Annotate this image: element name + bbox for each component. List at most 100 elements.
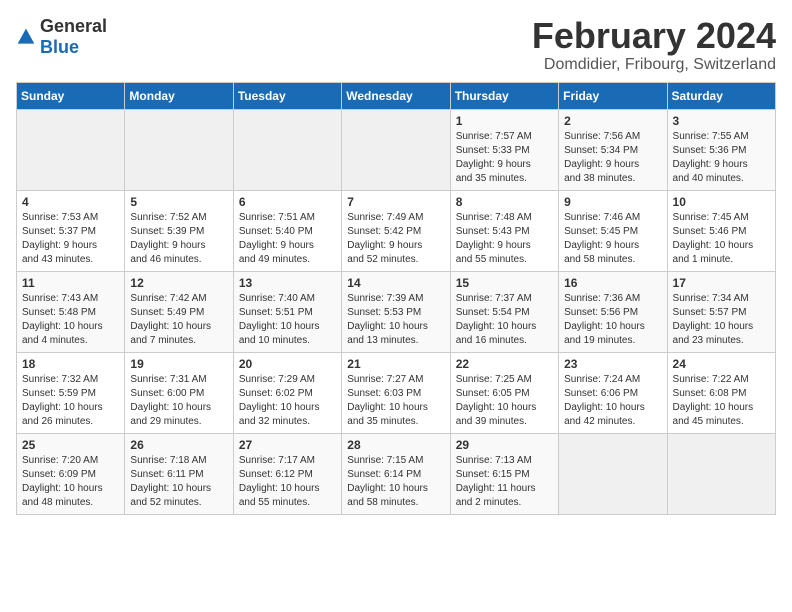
calendar-day-cell: 23Sunrise: 7:24 AM Sunset: 6:06 PM Dayli… <box>559 352 667 433</box>
calendar-day-cell: 7 Sunrise: 7:49 AM Sunset: 5:42 PM Daylig… <box>342 190 450 271</box>
calendar-day-cell: 8Sunrise: 7:48 AM Sunset: 5:43 PM Daylig… <box>450 190 558 271</box>
calendar-week-row: 25 Sunrise: 7:20 AM Sunset: 6:09 PM Dayli… <box>17 433 776 514</box>
day-detail: Sunrise: 7:53 AM Sunset: 5:37 PM Dayligh… <box>22 211 119 267</box>
day-number: 26 <box>130 438 227 452</box>
calendar-day-cell <box>233 109 341 190</box>
day-number: 27 <box>239 438 336 452</box>
weekday-header: Monday <box>125 82 233 109</box>
day-detail: Sunrise: 7:43 AM Sunset: 5:48 PM Dayligh… <box>22 292 119 348</box>
logo-blue: Blue <box>40 37 79 57</box>
calendar-day-cell: 27 Sunrise: 7:17 AM Sunset: 6:12 PM Dayli… <box>233 433 341 514</box>
weekday-header: Friday <box>559 82 667 109</box>
day-number: 12 <box>130 276 227 290</box>
calendar-week-row: 1 Sunrise: 7:57 AM Sunset: 5:33 PM Daylig… <box>17 109 776 190</box>
logo-icon <box>16 27 36 47</box>
page-header: General Blue February 2024 Domdidier, Fr… <box>16 16 776 74</box>
day-detail: Sunrise: 7:57 AM Sunset: 5:33 PM Dayligh… <box>456 130 553 186</box>
calendar-day-cell: 19 Sunrise: 7:31 AM Sunset: 6:00 PM Dayli… <box>125 352 233 433</box>
calendar-day-cell: 11 Sunrise: 7:43 AM Sunset: 5:48 PM Dayli… <box>17 271 125 352</box>
day-number: 14 <box>347 276 444 290</box>
day-number: 1 <box>456 114 553 128</box>
calendar-day-cell: 29Sunrise: 7:13 AM Sunset: 6:15 PM Dayli… <box>450 433 558 514</box>
calendar-day-cell: 22Sunrise: 7:25 AM Sunset: 6:05 PM Dayli… <box>450 352 558 433</box>
day-detail: Sunrise: 7:49 AM Sunset: 5:42 PM Dayligh… <box>347 211 444 267</box>
calendar-day-cell <box>125 109 233 190</box>
day-detail: Sunrise: 7:55 AM Sunset: 5:36 PM Dayligh… <box>673 130 770 186</box>
day-number: 11 <box>22 276 119 290</box>
day-number: 18 <box>22 357 119 371</box>
day-number: 16 <box>564 276 661 290</box>
header-row: SundayMondayTuesdayWednesdayThursdayFrid… <box>17 82 776 109</box>
day-detail: Sunrise: 7:18 AM Sunset: 6:11 PM Dayligh… <box>130 454 227 510</box>
calendar-day-cell: 13Sunrise: 7:40 AM Sunset: 5:51 PM Dayli… <box>233 271 341 352</box>
calendar-day-cell: 24 Sunrise: 7:22 AM Sunset: 6:08 PM Dayli… <box>667 352 775 433</box>
day-number: 24 <box>673 357 770 371</box>
day-number: 19 <box>130 357 227 371</box>
calendar-day-cell: 17 Sunrise: 7:34 AM Sunset: 5:57 PM Dayli… <box>667 271 775 352</box>
calendar-day-cell: 9 Sunrise: 7:46 AM Sunset: 5:45 PM Daylig… <box>559 190 667 271</box>
day-detail: Sunrise: 7:25 AM Sunset: 6:05 PM Dayligh… <box>456 373 553 429</box>
day-detail: Sunrise: 7:39 AM Sunset: 5:53 PM Dayligh… <box>347 292 444 348</box>
calendar-title: February 2024 <box>532 16 776 56</box>
calendar-day-cell <box>342 109 450 190</box>
weekday-header: Tuesday <box>233 82 341 109</box>
day-detail: Sunrise: 7:42 AM Sunset: 5:49 PM Dayligh… <box>130 292 227 348</box>
calendar-day-cell: 20Sunrise: 7:29 AM Sunset: 6:02 PM Dayli… <box>233 352 341 433</box>
day-number: 4 <box>22 195 119 209</box>
calendar-week-row: 11 Sunrise: 7:43 AM Sunset: 5:48 PM Dayli… <box>17 271 776 352</box>
calendar-day-cell: 1 Sunrise: 7:57 AM Sunset: 5:33 PM Daylig… <box>450 109 558 190</box>
calendar-table: SundayMondayTuesdayWednesdayThursdayFrid… <box>16 82 776 515</box>
calendar-subtitle: Domdidier, Fribourg, Switzerland <box>532 56 776 74</box>
day-number: 13 <box>239 276 336 290</box>
day-number: 20 <box>239 357 336 371</box>
day-number: 9 <box>564 195 661 209</box>
day-detail: Sunrise: 7:31 AM Sunset: 6:00 PM Dayligh… <box>130 373 227 429</box>
day-number: 7 <box>347 195 444 209</box>
day-number: 17 <box>673 276 770 290</box>
weekday-header: Saturday <box>667 82 775 109</box>
calendar-day-cell <box>559 433 667 514</box>
calendar-day-cell: 12 Sunrise: 7:42 AM Sunset: 5:49 PM Dayli… <box>125 271 233 352</box>
day-detail: Sunrise: 7:46 AM Sunset: 5:45 PM Dayligh… <box>564 211 661 267</box>
day-detail: Sunrise: 7:45 AM Sunset: 5:46 PM Dayligh… <box>673 211 770 267</box>
calendar-day-cell: 16 Sunrise: 7:36 AM Sunset: 5:56 PM Dayli… <box>559 271 667 352</box>
calendar-day-cell: 28Sunrise: 7:15 AM Sunset: 6:14 PM Dayli… <box>342 433 450 514</box>
day-detail: Sunrise: 7:34 AM Sunset: 5:57 PM Dayligh… <box>673 292 770 348</box>
day-number: 5 <box>130 195 227 209</box>
weekday-header: Wednesday <box>342 82 450 109</box>
calendar-day-cell: 3 Sunrise: 7:55 AM Sunset: 5:36 PM Daylig… <box>667 109 775 190</box>
day-detail: Sunrise: 7:27 AM Sunset: 6:03 PM Dayligh… <box>347 373 444 429</box>
calendar-day-cell: 5 Sunrise: 7:52 AM Sunset: 5:39 PM Daylig… <box>125 190 233 271</box>
calendar-day-cell: 26 Sunrise: 7:18 AM Sunset: 6:11 PM Dayli… <box>125 433 233 514</box>
day-detail: Sunrise: 7:17 AM Sunset: 6:12 PM Dayligh… <box>239 454 336 510</box>
day-detail: Sunrise: 7:22 AM Sunset: 6:08 PM Dayligh… <box>673 373 770 429</box>
calendar-day-cell <box>17 109 125 190</box>
calendar-day-cell <box>667 433 775 514</box>
calendar-day-cell: 14 Sunrise: 7:39 AM Sunset: 5:53 PM Dayli… <box>342 271 450 352</box>
day-number: 2 <box>564 114 661 128</box>
day-detail: Sunrise: 7:52 AM Sunset: 5:39 PM Dayligh… <box>130 211 227 267</box>
day-detail: Sunrise: 7:20 AM Sunset: 6:09 PM Dayligh… <box>22 454 119 510</box>
calendar-week-row: 4 Sunrise: 7:53 AM Sunset: 5:37 PM Daylig… <box>17 190 776 271</box>
day-number: 3 <box>673 114 770 128</box>
day-detail: Sunrise: 7:37 AM Sunset: 5:54 PM Dayligh… <box>456 292 553 348</box>
day-number: 10 <box>673 195 770 209</box>
day-detail: Sunrise: 7:51 AM Sunset: 5:40 PM Dayligh… <box>239 211 336 267</box>
calendar-day-cell: 10 Sunrise: 7:45 AM Sunset: 5:46 PM Dayli… <box>667 190 775 271</box>
calendar-day-cell: 18Sunrise: 7:32 AM Sunset: 5:59 PM Dayli… <box>17 352 125 433</box>
day-number: 6 <box>239 195 336 209</box>
day-detail: Sunrise: 7:15 AM Sunset: 6:14 PM Dayligh… <box>347 454 444 510</box>
day-detail: Sunrise: 7:36 AM Sunset: 5:56 PM Dayligh… <box>564 292 661 348</box>
calendar-day-cell: 2Sunrise: 7:56 AM Sunset: 5:34 PM Daylig… <box>559 109 667 190</box>
day-number: 21 <box>347 357 444 371</box>
calendar-day-cell: 4 Sunrise: 7:53 AM Sunset: 5:37 PM Daylig… <box>17 190 125 271</box>
calendar-week-row: 18Sunrise: 7:32 AM Sunset: 5:59 PM Dayli… <box>17 352 776 433</box>
day-number: 25 <box>22 438 119 452</box>
calendar-day-cell: 25 Sunrise: 7:20 AM Sunset: 6:09 PM Dayli… <box>17 433 125 514</box>
day-number: 23 <box>564 357 661 371</box>
calendar-day-cell: 15Sunrise: 7:37 AM Sunset: 5:54 PM Dayli… <box>450 271 558 352</box>
calendar-day-cell: 21 Sunrise: 7:27 AM Sunset: 6:03 PM Dayli… <box>342 352 450 433</box>
weekday-header: Thursday <box>450 82 558 109</box>
logo-general: General <box>40 16 107 36</box>
day-detail: Sunrise: 7:13 AM Sunset: 6:15 PM Dayligh… <box>456 454 553 510</box>
